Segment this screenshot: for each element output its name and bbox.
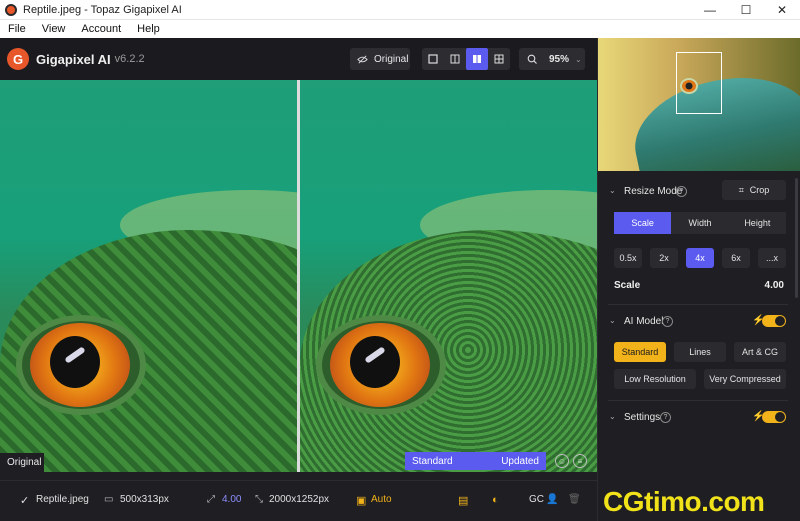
view-grid-button[interactable] [488,48,510,70]
side-by-side-icon [473,55,481,63]
zoom-value: 95% [549,53,570,65]
mode-scale[interactable]: Scale [614,212,672,234]
settings-panel: ⌄ Resize Mode ? ⌗ Crop Scale Width Heigh… [597,38,800,521]
help-icon[interactable]: ? [662,316,673,327]
auto-label: Auto [371,494,392,505]
status-bar: ✓ Reptile.jpeg ▭ 500x313px ⤢ 4.00 ⤡ 2000… [0,480,597,521]
ai-model-title: AI Model [624,316,664,327]
original-preview-image[interactable] [0,80,297,472]
eye-pupil [350,336,400,388]
viewport-frame[interactable] [676,52,722,114]
check-icon[interactable]: ✓ [20,494,29,507]
scale-factor: 4.00 [222,494,242,505]
mode-height[interactable]: Height [728,212,786,234]
top-toolbar: G Gigapixel AI v6.2.2 Original 95% ⌄ [0,38,597,80]
input-size: 500x313px [120,494,169,505]
crop-label: Crop [749,185,770,195]
maximize-button[interactable]: ☐ [728,0,764,19]
close-button[interactable]: ✕ [764,0,800,19]
panel-scrollbar[interactable] [795,178,798,298]
split-view-icon [450,54,460,64]
minimize-button[interactable]: — [692,0,728,19]
menu-bar: File View Account Help [0,19,800,38]
menu-account[interactable]: Account [73,23,129,35]
menu-help[interactable]: Help [129,23,168,35]
auto-model-icon: ▣ [356,495,367,507]
model-standard[interactable]: Standard [614,342,666,362]
window-controls: — ☐ ✕ [692,0,800,19]
watermark-text: CGtimo.com [603,486,765,517]
model-art-cg[interactable]: Art & CG [734,342,786,362]
crop-icon: ⌗ [738,184,744,195]
model-status-bar: Standard Updated [405,452,546,470]
grid-view-icon [494,54,504,64]
update-status-label: Updated [501,455,539,467]
gc-label: GC [529,494,544,505]
navigator-thumbnail[interactable] [598,38,800,171]
image-icon: ▭ [104,494,114,505]
sharpen-icon[interactable]: ◐ [492,494,499,506]
preset-0-5x[interactable]: 0.5x [614,248,642,268]
trash-icon[interactable]: 🗑 [568,494,581,505]
original-label: Original [374,53,409,65]
original-pane-label: Original [0,453,44,472]
section-divider [608,400,788,401]
zoom-control[interactable]: 95% ⌄ [519,48,585,70]
chevron-down-icon[interactable]: ⌄ [609,412,616,421]
preset-custom[interactable]: ...x [758,248,786,268]
view-split-button[interactable] [444,48,466,70]
model-name-label: Standard [412,455,453,467]
enhanced-preview-image[interactable] [300,80,597,472]
resize-mode-selector: Scale Width Height [614,212,786,234]
view-single-button[interactable] [422,48,444,70]
model-low-resolution[interactable]: Low Resolution [614,369,696,389]
view-mode-group [422,48,510,70]
chevron-down-icon: ⌄ [575,54,582,64]
settings-title: Settings [624,412,661,423]
model-lines[interactable]: Lines [674,342,726,362]
app-version: v6.2.2 [114,53,145,65]
face-icon[interactable]: ☺ [555,454,569,468]
scale-value[interactable]: 4.00 [765,280,784,291]
preset-6x[interactable]: 6x [722,248,750,268]
menu-file[interactable]: File [0,23,34,35]
window-titlebar: Reptile.jpeg - Topaz Gigapixel AI — ☐ ✕ [0,0,800,19]
expand-icon: ⤢ [207,494,215,505]
settings-toggle[interactable] [762,411,786,423]
eye-off-icon [357,55,368,63]
app-name: Gigapixel AI [36,51,111,67]
view-side-by-side-button[interactable] [466,48,488,70]
chevron-down-icon[interactable]: ⌄ [609,316,616,325]
model-icon[interactable]: ▤ [458,494,468,507]
single-view-icon [428,54,438,64]
preset-2x[interactable]: 2x [650,248,678,268]
gigapixel-logo-icon: G [7,48,29,70]
crop-button[interactable]: ⌗ Crop [722,180,786,200]
output-size: 2000x1252px [269,494,330,505]
help-icon[interactable]: ? [676,186,687,197]
section-divider [608,304,788,305]
menu-view[interactable]: View [34,23,74,35]
output-icon: ⤡ [255,494,263,505]
compare-options-icon[interactable]: ≡ [573,454,587,468]
file-name: Reptile.jpeg [36,494,89,505]
app-icon [5,3,17,16]
face-recovery-icon[interactable]: 👤 [546,494,558,505]
zoom-icon [527,54,537,64]
help-icon[interactable]: ? [660,412,671,423]
scale-label: Scale [614,280,641,291]
ai-model-toggle[interactable] [762,315,786,327]
original-toggle-button[interactable]: Original [350,48,410,70]
preset-4x[interactable]: 4x [686,248,714,268]
preview-area[interactable] [0,80,597,472]
chevron-down-icon[interactable]: ⌄ [609,186,616,195]
resize-mode-title: Resize Mode [624,186,683,197]
mode-width[interactable]: Width [671,212,729,234]
model-very-compressed[interactable]: Very Compressed [704,369,786,389]
eye-pupil [50,336,100,388]
window-title: Reptile.jpeg - Topaz Gigapixel AI [23,3,182,16]
